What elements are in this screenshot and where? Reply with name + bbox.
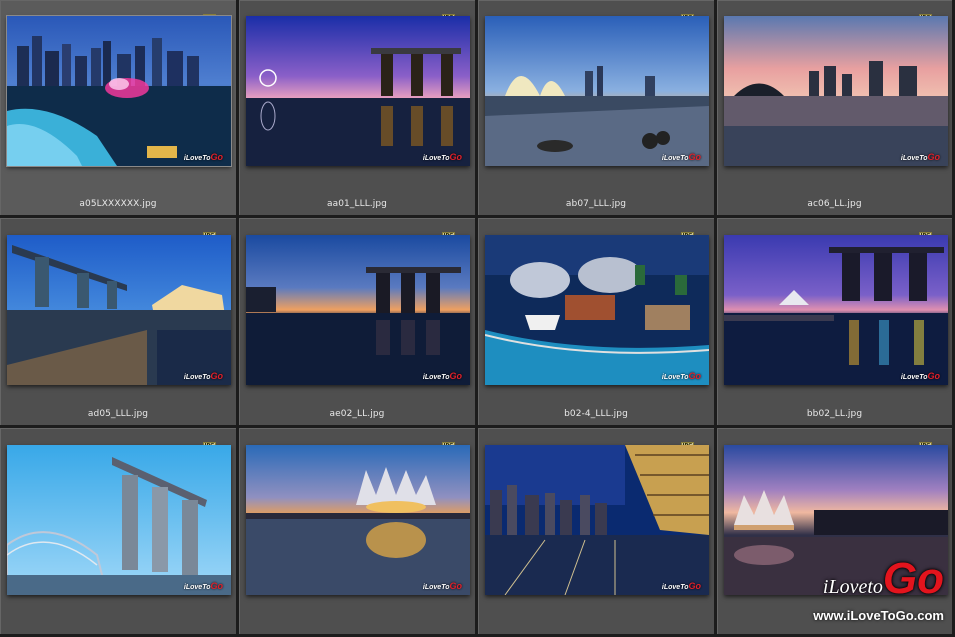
thumbnail-image[interactable]: iLoveToGo [246, 235, 470, 385]
thumbnail-image[interactable]: iLoveToGo [7, 235, 231, 385]
thumbnail-filename: ae02_LL.jpg [329, 409, 385, 419]
thumbnail-cell[interactable]: JPG iLoveToGo ae02_LL.j [239, 218, 478, 428]
thumbnail-image[interactable]: iLoveToGo [485, 235, 709, 385]
thumbnail-cell[interactable]: JPG iLoveToGo ab07_LLL. [478, 0, 717, 218]
thumbnail-filename: ad05_LLL.jpg [87, 409, 149, 419]
thumbnail-grid: JPG [0, 0, 955, 637]
watermark-logo: iLoveToGo [661, 152, 701, 162]
thumbnail-image[interactable]: iLoveToGo [7, 445, 231, 595]
thumbnail-filename: bb02_LL.jpg [806, 409, 863, 419]
watermark-logo: iLoveToGo [422, 581, 462, 591]
watermark-logo: iLoveToGo [661, 371, 701, 381]
thumbnail-cell[interactable]: JPG iLovetoGo www.iLoveToGo.com [717, 428, 955, 637]
brand-logo-go: Go [882, 554, 944, 603]
watermark-logo: iLoveToGo [422, 152, 462, 162]
thumbnail-cell[interactable]: JPG iLoveToGo [717, 218, 955, 428]
thumbnail-image[interactable]: iLoveToGo [724, 16, 948, 166]
watermark-logo: iLoveToGo [900, 371, 940, 381]
watermark-logo: iLoveToGo [422, 371, 462, 381]
brand-logo-prefix: iLoveto [822, 576, 883, 598]
brand-watermark: iLovetoGo www.iLoveToGo.com [744, 557, 944, 630]
thumbnail-filename: ab07_LLL.jpg [565, 199, 627, 209]
thumbnail-filename: ac06_LL.jpg [807, 199, 862, 209]
thumbnail-image[interactable]: iLoveToGo [246, 445, 470, 595]
thumbnail-cell[interactable]: JPG iLoveToGo b02-4_LLL.jpg [478, 218, 717, 428]
thumbnail-cell[interactable]: JPG iLoveToGo [478, 428, 717, 637]
brand-logo: iLovetoGo [744, 557, 944, 606]
thumbnail-cell[interactable]: JPG iLoveToGo [0, 428, 239, 637]
thumbnail-cell[interactable]: JPG iLoveToGo ac06_LL.jpg [717, 0, 955, 218]
thumbnail-filename: a05LXXXXXX.jpg [79, 199, 157, 209]
watermark-logo: iLoveToGo [183, 581, 223, 591]
thumbnail-cell[interactable]: JPG iLoveToGo ad05_LLL.jpg [0, 218, 239, 428]
thumbnail-image[interactable]: iLoveToGo [485, 445, 709, 595]
thumbnail-image[interactable]: iLoveToGo [246, 16, 470, 166]
thumbnail-image[interactable]: iLoveToGo [6, 15, 232, 167]
thumbnail-filename: aa01_LLL.jpg [326, 199, 387, 209]
thumbnail-image[interactable]: iLoveToGo [485, 16, 709, 166]
watermark-logo: iLoveToGo [183, 152, 223, 162]
watermark-logo: iLoveToGo [661, 581, 701, 591]
thumbnail-cell[interactable]: JPG iLoveToGo [239, 0, 478, 218]
brand-url: www.iLoveToGo.com [813, 608, 944, 623]
thumbnail-filename: b02-4_LLL.jpg [564, 409, 628, 419]
watermark-logo: iLoveToGo [900, 152, 940, 162]
thumbnail-cell[interactable]: JPG [0, 0, 239, 218]
thumbnail-image[interactable]: iLoveToGo [724, 235, 948, 385]
thumbnail-cell[interactable]: JPG iLoveToGo [239, 428, 478, 637]
watermark-logo: iLoveToGo [183, 371, 223, 381]
